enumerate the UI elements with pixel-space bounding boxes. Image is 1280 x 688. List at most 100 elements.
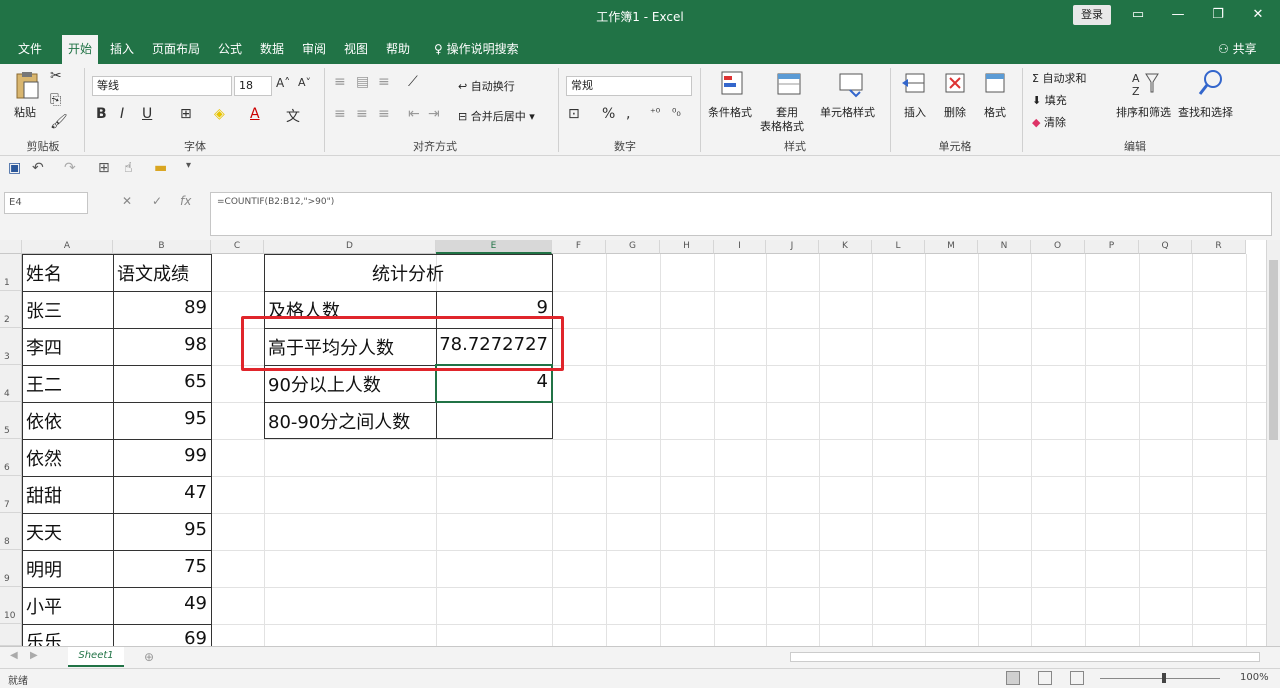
font-name-select[interactable]: 等线 [92, 76, 232, 96]
customize-qat-icon[interactable]: ▾ [186, 160, 191, 171]
page-break-view-icon[interactable] [1070, 671, 1084, 685]
border-icon[interactable]: ⊞ [180, 106, 192, 122]
stats-title[interactable]: 统计分析 [264, 260, 552, 286]
percent-icon[interactable]: % [602, 106, 615, 122]
scroll-left-icon[interactable]: ◀ [10, 650, 18, 661]
conditional-format-label[interactable]: 条件格式 [708, 104, 752, 120]
scroll-thumb[interactable] [1269, 260, 1278, 440]
find-select-label[interactable]: 查找和选择 [1178, 104, 1233, 120]
scroll-right-icon[interactable]: ▶ [30, 650, 38, 661]
conditional-format-icon[interactable] [718, 68, 750, 98]
row-header-9[interactable]: 9 [0, 550, 22, 587]
fill-button[interactable]: ⬇ 填充 [1032, 92, 1067, 108]
cell-style-label[interactable]: 单元格样式 [820, 104, 875, 120]
column-header-b[interactable]: B [113, 240, 211, 254]
table-format-icon[interactable] [774, 68, 806, 98]
stats-label-over-90[interactable]: 90分以上人数 [264, 371, 436, 397]
cell-score[interactable]: 98 [113, 334, 211, 355]
currency-icon[interactable]: ⊡ [568, 106, 580, 122]
cell-score[interactable]: 49 [113, 593, 211, 614]
add-sheet-icon[interactable]: ⊕ [144, 650, 154, 664]
row-header-1[interactable]: 1 [0, 254, 22, 291]
horizontal-scrollbar[interactable] [790, 652, 1260, 662]
cancel-icon[interactable]: ✕ [122, 194, 132, 208]
tab-formulas[interactable]: 公式 [212, 39, 248, 64]
format-painter-icon[interactable]: 🖌 [50, 114, 68, 130]
share-button[interactable]: ⚇ 共享 [1218, 40, 1257, 57]
tab-review[interactable]: 审阅 [296, 39, 332, 64]
row-header-8[interactable]: 8 [0, 513, 22, 550]
delete-cells-label[interactable]: 删除 [944, 104, 966, 120]
zoom-slider-thumb[interactable] [1162, 673, 1166, 683]
decrease-decimal-icon[interactable]: ⁰₀ [672, 106, 681, 119]
sort-filter-label[interactable]: 排序和筛选 [1116, 104, 1171, 120]
column-header-r[interactable]: R [1192, 240, 1246, 254]
touch-mode-icon[interactable]: ☝ [124, 160, 133, 176]
italic-icon[interactable]: I [120, 106, 124, 122]
font-size-select[interactable]: 18 [234, 76, 272, 96]
align-center-icon[interactable]: ≡ [356, 106, 368, 122]
redo-icon[interactable]: ↷ [64, 160, 76, 176]
tab-data[interactable]: 数据 [254, 39, 290, 64]
phonetic-icon[interactable]: 文 [286, 106, 300, 126]
name-box[interactable]: E4 [4, 192, 88, 214]
cell-name[interactable]: 依然 [22, 445, 113, 471]
tab-insert[interactable]: 插入 [104, 39, 140, 64]
autosum-button[interactable]: Σ 自动求和 [1032, 70, 1086, 86]
tab-page-layout[interactable]: 页面布局 [146, 39, 206, 64]
paste-icon[interactable] [12, 70, 44, 100]
cell-score[interactable]: 95 [113, 408, 211, 429]
column-header-a[interactable]: A [22, 240, 113, 254]
row-header-10[interactable]: 10 [0, 587, 22, 624]
ribbon-display-icon[interactable]: ▭ [1128, 6, 1148, 24]
table-icon[interactable]: ⊞ [98, 160, 110, 176]
underline-icon[interactable]: U [142, 106, 152, 122]
maximize-icon[interactable]: ❐ [1208, 6, 1228, 24]
format-cells-label[interactable]: 格式 [984, 104, 1006, 120]
stats-value-pass[interactable]: 9 [436, 297, 552, 318]
cell-name[interactable]: 李四 [22, 334, 113, 360]
tab-help[interactable]: 帮助 [380, 39, 416, 64]
column-header-j[interactable]: J [766, 240, 819, 254]
outdent-icon[interactable]: ⇥ [428, 106, 440, 122]
paste-label[interactable]: 粘贴 [14, 104, 36, 120]
tell-me-search[interactable]: ♀ 操作说明搜索 [428, 39, 525, 64]
worksheet-grid[interactable]: A B C D E F G H I J K L M N O P Q R 1 2 … [0, 240, 1266, 646]
cell-name[interactable]: 乐乐 [22, 628, 113, 646]
cell-style-icon[interactable] [836, 68, 868, 98]
cell-name[interactable]: 依依 [22, 408, 113, 434]
cell-name[interactable]: 小平 [22, 593, 113, 619]
align-top-icon[interactable]: ≡ [334, 74, 346, 90]
increase-font-icon[interactable]: A˄ [276, 76, 290, 90]
save-icon[interactable]: ▣ [8, 160, 21, 176]
bold-icon[interactable]: B [96, 106, 107, 122]
cell-name[interactable]: 甜甜 [22, 482, 113, 508]
row-header-6[interactable]: 6 [0, 439, 22, 476]
table-format-label-2[interactable]: 表格格式 [760, 118, 804, 134]
orientation-icon[interactable]: ⟋ [408, 74, 418, 90]
cell-score[interactable]: 95 [113, 519, 211, 540]
cell-score[interactable]: 47 [113, 482, 211, 503]
row-header-4[interactable]: 4 [0, 365, 22, 402]
select-all-corner[interactable] [0, 240, 22, 254]
insert-cells-icon[interactable] [900, 68, 932, 98]
cell-name[interactable]: 王二 [22, 371, 113, 397]
formula-input[interactable]: =COUNTIF(B2:B12,">90") [210, 192, 1272, 236]
column-header-i[interactable]: I [714, 240, 766, 254]
enter-icon[interactable]: ✓ [152, 194, 162, 208]
cell-score[interactable]: 69 [113, 628, 211, 646]
row-header-3[interactable]: 3 [0, 328, 22, 365]
login-button[interactable]: 登录 [1073, 5, 1111, 25]
close-icon[interactable]: ✕ [1248, 6, 1268, 24]
column-header-p[interactable]: P [1085, 240, 1139, 254]
clear-button[interactable]: ◆ 清除 [1032, 114, 1066, 130]
minimize-icon[interactable]: — [1168, 6, 1188, 24]
comma-icon[interactable]: , [626, 106, 630, 122]
page-layout-view-icon[interactable] [1038, 671, 1052, 685]
wrap-text-button[interactable]: ↩ 自动换行 [458, 78, 515, 94]
cell-score[interactable]: 99 [113, 445, 211, 466]
cell-a1[interactable]: 姓名 [22, 260, 113, 286]
format-cells-icon[interactable] [980, 68, 1012, 98]
vertical-scrollbar[interactable] [1266, 240, 1280, 646]
insert-function-icon[interactable]: fx [180, 194, 191, 208]
